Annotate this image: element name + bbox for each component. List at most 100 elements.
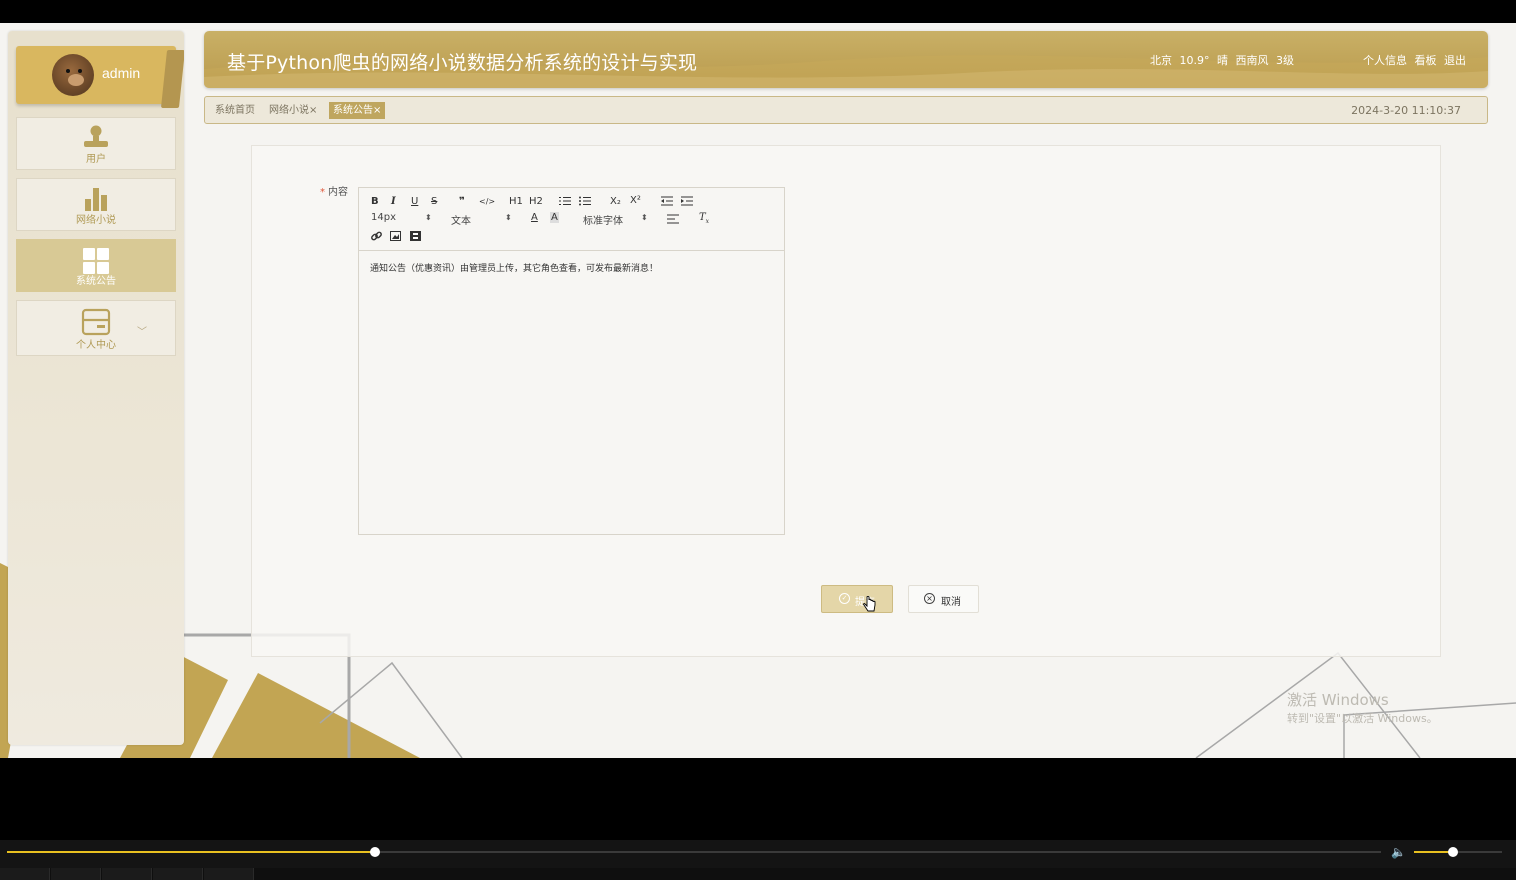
sidebar-item-label: 系统公告	[76, 276, 116, 287]
thumbnail[interactable]	[51, 868, 101, 880]
font-size-value: 14px	[371, 212, 396, 223]
thumbnail[interactable]	[0, 868, 50, 880]
tab-label: 系统公告	[333, 105, 373, 116]
underline-button[interactable]: U	[411, 196, 418, 207]
header: 基于Python爬虫的网络小说数据分析系统的设计与实现 北京 10.9° 晴 西…	[204, 31, 1488, 88]
blockquote-button[interactable]: ❞	[459, 196, 465, 207]
app-title: 基于Python爬虫的网络小说数据分析系统的设计与实现	[227, 52, 698, 74]
sidebar-item-label: 个人中心	[76, 340, 116, 351]
font-size-select[interactable]: 14px ⬍	[371, 212, 432, 223]
sidebar-item-label: 用户	[86, 154, 106, 165]
volume-fill	[1414, 851, 1453, 853]
thumbnail[interactable]	[204, 868, 254, 880]
hand-cursor-icon	[863, 596, 876, 612]
tab-announcements[interactable]: 系统公告×	[329, 102, 386, 119]
tab-home[interactable]: 系统首页	[211, 102, 259, 119]
tab-bar: 系统首页 网络小说× 系统公告× 2024-3-20 11:10:37	[204, 96, 1488, 124]
thumbnail-strip	[0, 868, 1516, 880]
tab-novels[interactable]: 网络小说×	[265, 102, 321, 119]
content-label-text: 内容	[328, 187, 348, 198]
ordered-list-icon[interactable]	[559, 196, 571, 206]
text-style-value: 文本	[451, 216, 471, 227]
tab-label: 网络小说	[269, 105, 309, 116]
check-circle-icon: ✓	[839, 593, 850, 604]
cancel-button-label: 取消	[941, 597, 961, 608]
sidebar-item-announcements[interactable]: 系统公告	[16, 239, 176, 292]
sidebar-item-label: 网络小说	[76, 215, 116, 226]
cancel-button[interactable]: × 取消	[908, 585, 979, 613]
form-panel: * 内容 B I U S ❞ </> H1 H2 X₂ X² 14px ⬍ 文本…	[251, 145, 1441, 657]
subscript-button[interactable]: X₂	[610, 196, 621, 207]
video-player-bar: 🔈	[0, 840, 1516, 880]
thumbnail[interactable]	[153, 868, 203, 880]
italic-button[interactable]: I	[391, 196, 396, 207]
profile-link[interactable]: 个人信息	[1363, 54, 1407, 67]
user-icon	[84, 125, 108, 147]
weather-level: 3级	[1276, 54, 1294, 67]
avatar-eye	[66, 69, 70, 73]
sidebar: admin 用户 网络小说 系统公告 ﹀ 个人中心	[8, 31, 184, 745]
select-arrow-icon: ⬍	[641, 213, 648, 222]
heading2-button[interactable]: H2	[529, 196, 543, 207]
logout-link[interactable]: 退出	[1444, 54, 1466, 67]
user-card[interactable]: admin	[16, 46, 184, 108]
superscript-button[interactable]: X²	[630, 195, 641, 206]
indent-icon[interactable]	[681, 196, 693, 206]
submit-button[interactable]: ✓ 提交	[821, 585, 893, 613]
link-icon[interactable]	[371, 231, 382, 242]
volume-icon[interactable]: 🔈	[1391, 845, 1406, 859]
close-icon[interactable]: ×	[373, 105, 381, 116]
sidebar-item-users[interactable]: 用户	[16, 117, 176, 170]
progress-bar[interactable]	[7, 847, 1381, 857]
bullet-list-icon[interactable]	[579, 196, 591, 206]
outdent-icon[interactable]	[661, 196, 673, 206]
background-color-icon[interactable]: A	[550, 212, 559, 223]
username: admin	[102, 65, 141, 81]
close-icon[interactable]: ×	[309, 105, 317, 116]
progress-knob[interactable]	[370, 847, 381, 857]
sidebar-item-personal-center[interactable]: ﹀ 个人中心	[16, 300, 176, 356]
avatar	[52, 54, 94, 96]
volume-slider[interactable]	[1414, 847, 1502, 857]
select-arrow-icon: ⬍	[425, 213, 432, 222]
progress-fill	[7, 851, 376, 853]
card-icon	[81, 308, 111, 336]
tab-label: 系统首页	[215, 105, 255, 116]
rich-text-editor[interactable]: B I U S ❞ </> H1 H2 X₂ X² 14px ⬍ 文本 ⬍ A …	[358, 187, 785, 535]
font-family-select[interactable]: 标准字体 ⬍	[583, 212, 653, 227]
image-icon[interactable]	[390, 231, 401, 241]
text-style-select[interactable]: 文本 ⬍	[451, 212, 512, 227]
editor-toolbar: B I U S ❞ </> H1 H2 X₂ X² 14px ⬍ 文本 ⬍ A …	[359, 188, 784, 251]
clear-format-icon[interactable]: Tx	[699, 212, 709, 225]
volume-knob[interactable]	[1447, 847, 1458, 857]
weather-city: 北京	[1150, 54, 1172, 67]
select-arrow-icon: ⬍	[505, 213, 512, 222]
user-card-tab	[160, 50, 184, 108]
bold-button[interactable]: B	[371, 196, 379, 207]
align-icon[interactable]	[667, 214, 679, 224]
thumbnail[interactable]	[102, 868, 152, 880]
code-block-button[interactable]: </>	[479, 197, 495, 206]
watermark-line2: 转到"设置"以激活 Windows。	[1287, 712, 1438, 725]
watermark-line1: 激活 Windows	[1287, 691, 1389, 709]
heading1-button[interactable]: H1	[509, 196, 523, 207]
datetime: 2024-3-20 11:10:37	[1351, 104, 1461, 117]
sidebar-item-novels[interactable]: 网络小说	[16, 178, 176, 231]
weather-temp: 10.9°	[1179, 54, 1210, 67]
header-nav: 个人信息 看板 退出	[1359, 52, 1466, 68]
weather-info: 北京 10.9° 晴 西南风 3级	[1150, 52, 1294, 68]
dashboard-link[interactable]: 看板	[1415, 54, 1437, 67]
avatar-snout	[68, 74, 84, 86]
avatar-eye	[78, 69, 82, 73]
weather-condition: 晴	[1217, 54, 1228, 67]
editor-content[interactable]: 通知公告（优惠资讯）由管理员上传，其它角色查看，可发布最新消息！	[370, 261, 658, 274]
screen: admin 用户 网络小说 系统公告 ﹀ 个人中心 基于Python爬虫的网络小…	[0, 0, 1516, 880]
weather-wind: 西南风	[1235, 54, 1269, 67]
content-label: * 内容	[320, 183, 348, 198]
strikethrough-button[interactable]: S	[431, 196, 437, 207]
video-icon[interactable]	[410, 231, 421, 241]
app-window: admin 用户 网络小说 系统公告 ﹀ 个人中心 基于Python爬虫的网络小…	[0, 23, 1516, 758]
font-family-value: 标准字体	[583, 216, 623, 227]
close-circle-icon: ×	[924, 593, 935, 604]
font-color-icon[interactable]: A	[531, 212, 538, 223]
